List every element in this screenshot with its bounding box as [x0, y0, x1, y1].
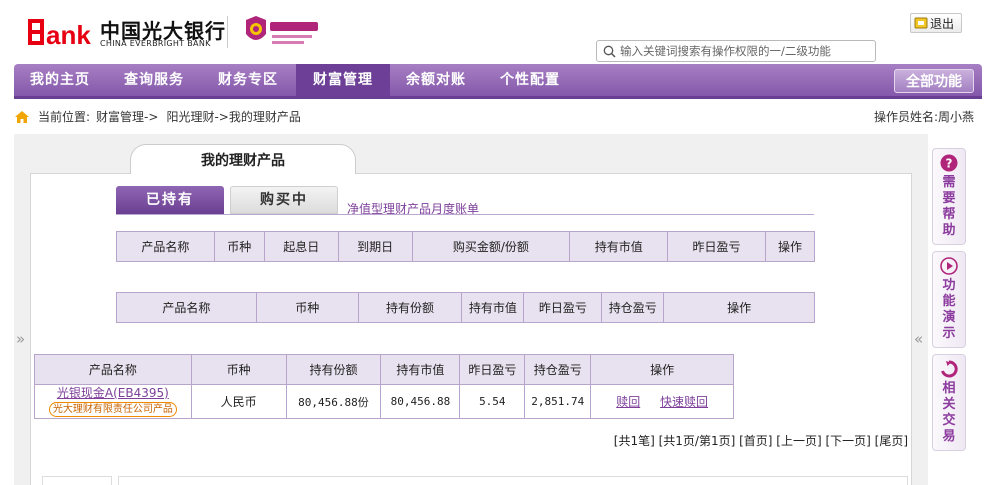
breadcrumb-prefix: 当前位置:	[38, 110, 91, 124]
redeem-link[interactable]: 赎回	[616, 395, 640, 409]
table-row: 光银现金A(EB4395) 光大理财有限责任公司产品 人民币 80,456.88…	[34, 384, 734, 419]
col-currency: 币种	[190, 354, 287, 385]
col-end-date: 到期日	[337, 231, 413, 262]
help-label-4: 助	[942, 223, 956, 238]
held-summary-table: 产品名称 币种 持有份额 持有市值 昨日盈亏 持仓盈亏 操作	[116, 292, 815, 323]
help-button[interactable]: ? 需 要 帮 助	[932, 148, 966, 245]
quick-redeem-link[interactable]: 快速赎回	[660, 395, 708, 409]
demo-label-1: 功	[942, 278, 956, 293]
tab-held[interactable]: 已持有	[116, 186, 224, 214]
logo-divider	[227, 16, 228, 48]
col-start-date: 起息日	[263, 231, 339, 262]
breadcrumb-current: 阳光理财->我的理财产品	[166, 110, 301, 124]
col-action: 操作	[764, 231, 816, 262]
page-title-tab: 我的理财产品	[130, 144, 356, 174]
breadcrumb: 当前位置: 财富管理-> 阳光理财->我的理财产品	[14, 108, 301, 125]
issuer-badge: 光大理财有限责任公司产品	[48, 402, 177, 417]
col-market-value: 持有市值	[380, 354, 461, 385]
col-action: 操作	[663, 292, 815, 323]
lock-icon	[914, 17, 928, 29]
col-action: 操作	[590, 354, 734, 385]
search-placeholder: 输入关键词搜索有操作权限的一/二级功能	[620, 44, 831, 58]
play-icon	[940, 257, 958, 275]
pagination[interactable]: [共1笔] [共1页/第1页] [首页] [上一页] [下一页] [尾页]	[614, 432, 908, 449]
nav-item-settings[interactable]: 个性配置	[484, 64, 576, 96]
home-icon	[15, 110, 29, 123]
col-product-name: 产品名称	[34, 354, 192, 385]
related-transactions-button[interactable]: 相 关 交 易	[932, 354, 966, 451]
yesterday-pl-cell: 5.54	[459, 384, 526, 419]
product-name-link[interactable]: 光银现金A(EB4395)	[35, 386, 191, 400]
shares-cell: 80,456.88份	[285, 384, 382, 419]
svg-text:?: ?	[946, 157, 953, 171]
function-search-input[interactable]: 输入关键词搜索有操作权限的一/二级功能	[596, 40, 876, 62]
refresh-icon	[941, 360, 958, 378]
svg-text:ank: ank	[46, 20, 91, 47]
logout-label: 退出	[930, 16, 955, 31]
col-yesterday-pl: 昨日盈亏	[667, 231, 766, 262]
col-position-pl: 持仓盈亏	[524, 354, 592, 385]
related-label-1: 相	[942, 381, 956, 396]
currency-cell: 人民币	[190, 384, 287, 419]
nav-item-wealth[interactable]: 财富管理	[296, 64, 390, 96]
nav-item-finance[interactable]: 财务专区	[202, 64, 294, 96]
question-icon: ?	[940, 154, 958, 172]
col-product-name: 产品名称	[116, 231, 215, 262]
bottom-box-left	[42, 476, 112, 485]
tab-buying[interactable]: 购买中	[230, 186, 338, 214]
main-nav: 我的主页 查询服务 财务专区 财富管理 余额对账 个性配置 全部功能	[14, 64, 982, 99]
demo-label-4: 示	[942, 326, 956, 341]
held-products-table: 产品名称 币种 持有份额 持有市值 昨日盈亏 持仓盈亏 操作 光银现金A(EB4…	[34, 354, 734, 419]
col-yesterday-pl: 昨日盈亏	[523, 292, 603, 323]
demo-label-3: 演	[942, 310, 956, 325]
related-label-2: 关	[942, 397, 956, 412]
col-shares: 持有份额	[285, 354, 382, 385]
bank-name-en: CHINA EVERBRIGHT BANK	[100, 39, 211, 48]
breadcrumb-wealth[interactable]: 财富管理->	[96, 108, 158, 125]
col-amount: 购买金额/份额	[411, 231, 571, 262]
right-help-panel: ? 需 要 帮 助 功 能 演 示 相 关 交 易	[932, 148, 966, 457]
all-functions-button[interactable]: 全部功能	[894, 69, 974, 93]
product-cell: 光银现金A(EB4395) 光大理财有限责任公司产品	[34, 384, 192, 419]
col-market-value: 持有市值	[569, 231, 669, 262]
demo-label-2: 能	[942, 294, 956, 309]
col-currency: 币种	[255, 292, 359, 323]
operator-name: 操作员姓名:周小燕	[873, 110, 974, 124]
buying-table: 产品名称 币种 起息日 到期日 购买金额/份额 持有市值 昨日盈亏 操作	[116, 231, 816, 262]
col-market-value: 持有市值	[461, 292, 525, 323]
help-label-3: 帮	[942, 207, 956, 222]
nav-item-balance[interactable]: 余额对账	[390, 64, 482, 96]
col-yesterday-pl: 昨日盈亏	[459, 354, 526, 385]
collapse-right-arrow[interactable]: «	[914, 330, 923, 348]
col-product-name: 产品名称	[116, 292, 257, 323]
nav-item-query[interactable]: 查询服务	[108, 64, 200, 96]
col-currency: 币种	[213, 231, 265, 262]
nav-item-home[interactable]: 我的主页	[14, 64, 106, 96]
tab-underline	[116, 214, 814, 215]
demo-button[interactable]: 功 能 演 示	[932, 251, 966, 348]
help-label-2: 要	[942, 191, 956, 206]
logout-button[interactable]: 退出	[910, 13, 962, 33]
action-cell: 赎回 快速赎回	[590, 384, 734, 419]
position-pl-cell: 2,851.74	[524, 384, 592, 419]
sunshine-logo	[246, 16, 318, 44]
related-label-3: 交	[942, 413, 956, 428]
col-shares: 持有份额	[357, 292, 463, 323]
expand-left-arrow[interactable]: »	[16, 330, 25, 348]
help-label-1: 需	[942, 175, 956, 190]
bank-logo-mark: ank	[28, 19, 91, 47]
bottom-box-right	[118, 476, 908, 485]
market-value-cell: 80,456.88	[380, 384, 461, 419]
related-label-4: 易	[942, 429, 956, 444]
search-icon	[603, 45, 616, 58]
col-position-pl: 持仓盈亏	[601, 292, 665, 323]
top-header: ank 中国光大银行 CHINA EVERBRIGHT BANK 退出 输入关键…	[0, 0, 990, 62]
